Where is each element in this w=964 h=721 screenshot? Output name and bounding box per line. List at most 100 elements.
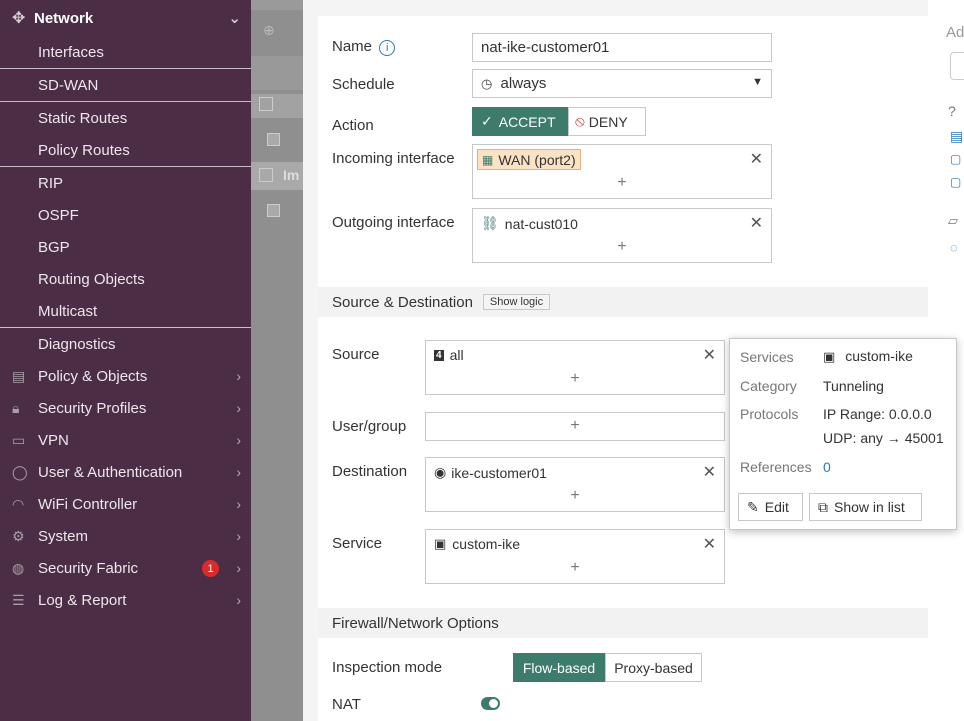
deny-button[interactable]: ⦸ DENY — [568, 107, 646, 136]
close-icon[interactable]: ✕ — [750, 213, 763, 233]
name-input[interactable]: nat-ike-customer01 — [472, 33, 772, 62]
name-label-text: Name — [332, 38, 373, 55]
sidebar-item-label: System — [38, 527, 89, 545]
inspection-mode-label: Inspection mode — [332, 659, 443, 676]
row-checkbox — [267, 204, 280, 217]
globe-icon: ◉ — [434, 464, 447, 480]
chevron-right-icon: › — [236, 400, 241, 416]
background-header-row — [251, 56, 303, 90]
service-label: Service — [332, 535, 383, 552]
add-icon[interactable]: + — [570, 370, 579, 388]
service-entry[interactable]: ▣ custom-ike — [434, 536, 520, 552]
collapse-icon — [259, 168, 273, 182]
edit-button[interactable]: ✎ Edit — [738, 493, 803, 521]
move-icon: ✥ — [12, 10, 26, 27]
sidebar-item-diagnostics[interactable]: Diagnostics — [0, 328, 251, 360]
sidebar-item-label: User & Authentication — [38, 463, 183, 481]
sidebar-item-static-routes[interactable]: Static Routes — [0, 102, 251, 134]
window-icon[interactable]: ▢ — [950, 152, 961, 166]
flow-based-button[interactable]: Flow-based — [513, 653, 605, 682]
chevron-right-icon: › — [236, 464, 241, 480]
sidebar-item-routing-objects[interactable]: Routing Objects — [0, 263, 251, 295]
right-input-stub[interactable] — [950, 52, 964, 80]
help-icon[interactable]: ? — [948, 103, 956, 119]
info-icon[interactable]: i — [379, 40, 396, 56]
background-group-row: Im — [251, 162, 303, 190]
window-icon[interactable]: ▢ — [950, 175, 961, 189]
chat-icon[interactable]: ▱ — [948, 213, 958, 229]
sidebar-item-rip[interactable]: RIP — [0, 167, 251, 199]
log-icon: ☰ — [12, 591, 25, 608]
add-icon[interactable]: + — [570, 559, 579, 577]
destination-entry[interactable]: ◉ ike-customer01 — [434, 464, 547, 481]
add-icon[interactable]: + — [617, 238, 626, 256]
schedule-select[interactable]: ◷ always ▼ — [472, 69, 772, 98]
sidebar-item-system[interactable]: ⚙ System › — [0, 520, 251, 552]
show-logic-button[interactable]: Show logic — [482, 294, 551, 310]
sidebar-item-policy-routes[interactable]: Policy Routes — [0, 134, 251, 166]
user-group-field[interactable]: + — [425, 412, 725, 441]
sidebar-network-header[interactable]: ✥ Network ⌄ — [0, 0, 251, 36]
policy-icon: ▤ — [12, 367, 26, 384]
close-icon[interactable]: ✕ — [750, 149, 763, 169]
references-key: References — [740, 459, 812, 475]
external-link-icon: ⧉ — [818, 498, 828, 515]
source-field[interactable]: 4 all ✕ + — [425, 340, 725, 395]
background-table-row — [251, 198, 303, 224]
background-group-row — [251, 94, 303, 118]
sidebar-item-interfaces[interactable]: Interfaces — [0, 36, 251, 68]
source-value: all — [449, 347, 464, 363]
add-icon[interactable]: + — [570, 417, 579, 435]
doc-icon[interactable]: ▤ — [950, 128, 963, 145]
references-link[interactable]: 0 — [823, 459, 831, 475]
sidebar-item-log-report[interactable]: ☰ Log & Report › — [0, 584, 251, 616]
schedule-value: always — [500, 75, 547, 92]
add-icon[interactable]: + — [617, 174, 626, 192]
sidebar-item-vpn[interactable]: ▭ VPN › — [0, 424, 251, 456]
port-icon: ▦ — [482, 152, 494, 167]
name-label: Name i — [332, 38, 396, 56]
category-key: Category — [740, 378, 797, 394]
source-entry[interactable]: 4 all — [434, 347, 464, 363]
service-value: custom-ike — [452, 536, 520, 552]
services-value: custom-ike — [845, 348, 913, 364]
sidebar-item-user-auth[interactable]: ◯ User & Authentication › — [0, 456, 251, 488]
sidebar-item-wifi-controller[interactable]: ◠ WiFi Controller › — [0, 488, 251, 520]
chevron-right-icon: › — [236, 496, 241, 512]
accept-button[interactable]: ✓ ACCEPT — [472, 107, 568, 136]
incoming-interface-field[interactable]: ▦ WAN (port2) ✕ + — [472, 144, 772, 199]
sidebar-item-bgp[interactable]: BGP — [0, 231, 251, 263]
close-icon[interactable]: ✕ — [703, 534, 716, 554]
service-field[interactable]: ▣ custom-ike ✕ + — [425, 529, 725, 584]
sidebar-item-sd-wan[interactable]: SD-WAN — [0, 69, 251, 101]
destination-field[interactable]: ◉ ike-customer01 ✕ + — [425, 457, 725, 512]
proxy-based-button[interactable]: Proxy-based — [605, 653, 702, 682]
add-icon[interactable]: + — [570, 487, 579, 505]
interface-entry[interactable]: ⛓︎ nat-cust010 — [481, 215, 578, 232]
sidebar-item-ospf[interactable]: OSPF — [0, 199, 251, 231]
services-key: Services — [740, 349, 794, 365]
link-icon: ⛓︎ — [481, 215, 499, 231]
sidebar-item-label: Policy & Objects — [38, 367, 148, 385]
sidebar-item-multicast[interactable]: Multicast — [0, 295, 251, 327]
firewall-options-section-header: Firewall/Network Options — [318, 608, 928, 638]
sidebar-item-label: Log & Report — [38, 591, 127, 609]
background-page-overlay: ⊕ Im — [251, 0, 303, 721]
fabric-icon: ◍ — [12, 559, 25, 576]
action-label: Action — [332, 117, 374, 134]
outgoing-interface-field[interactable]: ⛓︎ nat-cust010 ✕ + — [472, 208, 772, 263]
show-in-list-button[interactable]: ⧉ Show in list — [809, 493, 922, 521]
sidebar: ✥ Network ⌄ Interfaces SD-WAN Static Rou… — [0, 0, 251, 721]
comment-icon[interactable]: ◌ — [950, 240, 958, 255]
deny-icon: ⦸ — [575, 113, 585, 130]
close-icon[interactable]: ✕ — [703, 462, 716, 482]
sidebar-item-security-fabric[interactable]: ◍ Security Fabric 1 › — [0, 552, 251, 584]
sidebar-item-security-profiles[interactable]: 🔒︎ Security Profiles › — [0, 392, 251, 424]
nat-toggle[interactable] — [481, 697, 500, 710]
interface-chip[interactable]: ▦ WAN (port2) — [477, 149, 581, 170]
wifi-icon: ◠ — [12, 495, 25, 512]
services-value-row: ▣ custom-ike — [823, 348, 913, 365]
chevron-right-icon: › — [236, 592, 241, 608]
close-icon[interactable]: ✕ — [703, 345, 716, 365]
sidebar-item-policy-objects[interactable]: ▤ Policy & Objects › — [0, 360, 251, 392]
